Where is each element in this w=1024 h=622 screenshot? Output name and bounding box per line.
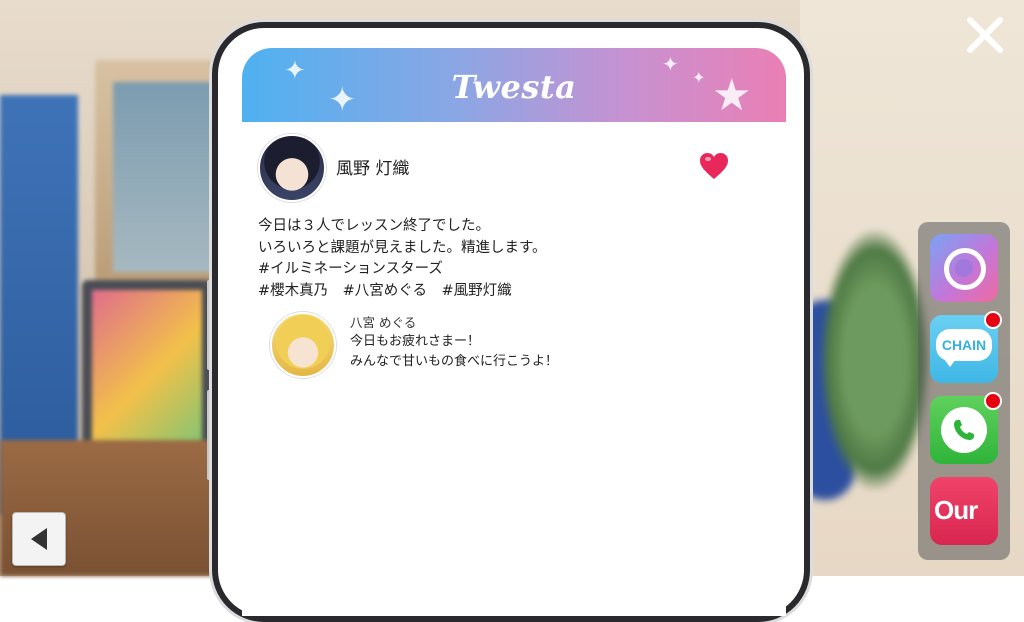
twesta-header: ✦ ✦ ✦ ★ ✦ Twesta (242, 48, 786, 122)
phone-handset-icon (954, 420, 974, 440)
back-arrow-icon (31, 528, 47, 550)
chain-label: CHAIN (936, 329, 992, 361)
close-icon (967, 17, 1003, 53)
reply-line: 今日もお疲れさまー！ (350, 334, 481, 349)
post-line: 今日は３人でレッスン終了でした。 (258, 218, 490, 234)
author-name: 風野 灯織 (336, 159, 410, 179)
reply-avatar[interactable] (270, 312, 336, 378)
reply-author: 八宮 めぐる (350, 315, 417, 330)
phone-app-button[interactable] (930, 392, 1002, 464)
post-line: いろいろと課題が見えました。精進します。 (258, 239, 547, 256)
camera-app-button[interactable] (930, 234, 998, 302)
our-app-button[interactable]: Our (930, 477, 998, 545)
reply-body: 今日もお疲れさまー！ みんなで甘いもの食べに行こうよ！ (350, 332, 558, 372)
notification-badge (984, 392, 1002, 410)
hashtag-line[interactable]: #イルミネーションスターズ (258, 261, 443, 277)
phone-circle (941, 407, 987, 453)
twesta-logo: Twesta (451, 68, 577, 106)
our-label: Our (934, 495, 978, 525)
app-dock: CHAIN Our (918, 222, 1010, 560)
heart-icon[interactable] (698, 150, 730, 182)
chat-bubble-tail-icon (944, 359, 956, 367)
notification-badge (984, 311, 1002, 329)
close-button[interactable] (964, 14, 1006, 56)
background-plant (820, 230, 930, 490)
author-avatar[interactable] (258, 134, 326, 202)
reply-line: みんなで甘いもの食べに行こうよ！ (350, 354, 559, 369)
phone-frame: ✦ ✦ ✦ ★ ✦ Twesta 風野 灯織 今日は３人でレッスン終了でした。 … (212, 22, 810, 622)
camera-ring-icon (944, 248, 986, 290)
chain-app-button[interactable]: CHAIN (930, 311, 1002, 383)
hashtag-line[interactable]: #櫻木真乃 #八宮めぐる #風野灯織 (258, 283, 512, 299)
phone-screen: ✦ ✦ ✦ ★ ✦ Twesta 風野 灯織 今日は３人でレッスン終了でした。 … (242, 48, 786, 616)
back-button[interactable] (12, 512, 66, 566)
post-body: 今日は３人でレッスン終了でした。 いろいろと課題が見えました。精進します。 #イ… (258, 216, 547, 302)
